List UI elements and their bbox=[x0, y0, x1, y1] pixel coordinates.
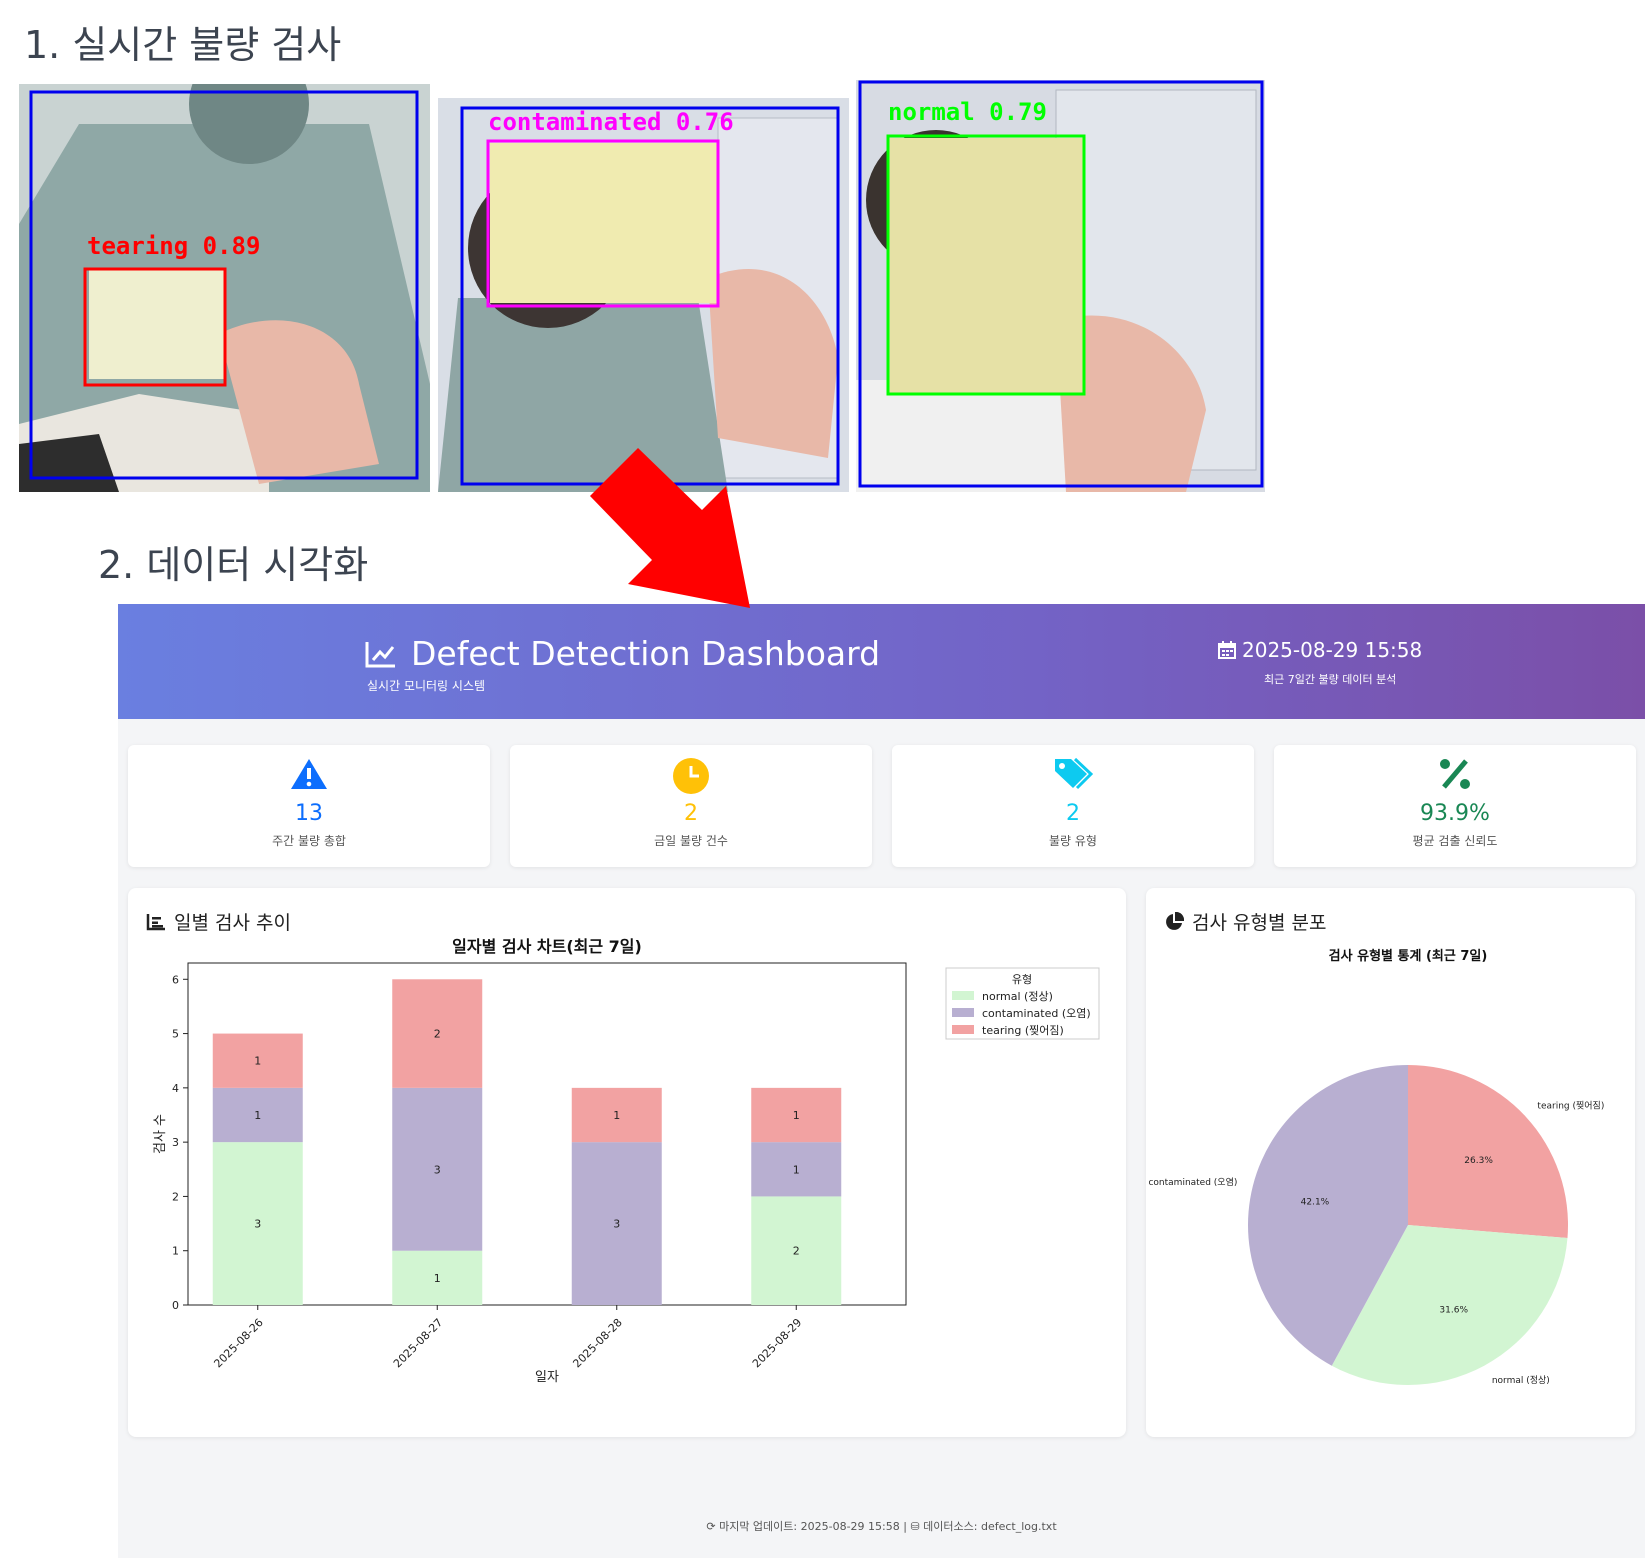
stat-label: 불량 유형 bbox=[1049, 834, 1097, 848]
footer-update-text: 마지막 업데이트: 2025-08-29 15:58 | bbox=[719, 1520, 911, 1533]
legend-label: tearing (찢어짐) bbox=[982, 1024, 1064, 1037]
bar-value-label: 2 bbox=[434, 1028, 441, 1041]
bar-value-label: 2 bbox=[793, 1245, 800, 1258]
x-tick-label: 2025-08-26 bbox=[211, 1316, 265, 1370]
pie-slice bbox=[1408, 1065, 1568, 1239]
database-icon: ⛁ bbox=[910, 1520, 920, 1533]
type-pie-chart: 검사 유형별 통계 (최근 7일) 26.3% tearing (찢어짐) 31.6%… bbox=[1148, 948, 1604, 1386]
panel-title-text: 검사 유형별 분포 bbox=[1192, 912, 1327, 934]
tags-icon bbox=[1055, 757, 1093, 790]
legend-label: contaminated (오염) bbox=[982, 1007, 1091, 1020]
y-tick-label: 4 bbox=[172, 1082, 179, 1095]
bar-value-label: 1 bbox=[434, 1272, 441, 1285]
stat-label: 금일 불량 건수 bbox=[654, 834, 728, 848]
panel-title: 일별 검사 추이 bbox=[146, 908, 291, 935]
dashboard: Defect Detection Dashboard 실시간 모니터링 시스템 … bbox=[118, 604, 1645, 1558]
bar-chart-icon bbox=[146, 913, 165, 930]
camera-frame-tearing: tearing 0.89 bbox=[19, 84, 430, 492]
visualization-section-title: 2. 데이터 시각화 bbox=[98, 543, 369, 587]
camera-frame-normal: normal 0.79 bbox=[856, 80, 1265, 492]
stat-value: 13 bbox=[295, 801, 323, 826]
x-tick-label: 2025-08-28 bbox=[570, 1316, 624, 1370]
pie-name-label: contaminated (오염) bbox=[1148, 1177, 1237, 1188]
stat-card-weekly-defects: 13 주간 불량 총합 bbox=[128, 745, 490, 867]
dashboard-title: Defect Detection Dashboard bbox=[365, 634, 880, 673]
pie-chart-icon bbox=[1166, 911, 1184, 930]
realtime-section-title: 1. 실시간 불량 검사 bbox=[24, 23, 342, 67]
panel-title-text: 일별 검사 추이 bbox=[174, 912, 291, 934]
header-datetime-text: 2025-08-29 15:58 bbox=[1242, 638, 1423, 662]
detection-overlay bbox=[29, 90, 419, 480]
stat-card-defect-types: 2 불량 유형 bbox=[892, 745, 1254, 867]
x-tick-label: 2025-08-29 bbox=[750, 1316, 804, 1370]
pie-name-label: tearing (찢어짐) bbox=[1537, 1100, 1604, 1112]
stat-value: 2 bbox=[684, 801, 698, 826]
daily-bar-chart: 일자별 검사 차트(최근 7일) 0 1 2 3 4 5 6 3 1 1 2025-08-26 1 3 2 2… bbox=[153, 937, 1100, 1385]
pie-name-label: normal (정상) bbox=[1492, 1375, 1550, 1386]
dashboard-title-text: Defect Detection Dashboard bbox=[411, 634, 881, 673]
legend-swatch bbox=[952, 1008, 974, 1017]
detection-label: contaminated 0.76 bbox=[488, 108, 734, 136]
stat-card-today-defects: 2 금일 불량 건수 bbox=[510, 745, 872, 867]
pie-percent-label: 26.3% bbox=[1464, 1156, 1493, 1166]
detection-label: normal 0.79 bbox=[888, 98, 1047, 126]
bar-value-label: 1 bbox=[793, 1163, 800, 1176]
stat-label: 평균 검출 신뢰도 bbox=[1412, 834, 1498, 848]
stat-label: 주간 불량 총합 bbox=[272, 834, 346, 848]
chart-title: 일자별 검사 차트(최근 7일) bbox=[452, 937, 642, 956]
bar-value-label: 1 bbox=[254, 1109, 261, 1122]
x-tick-label: 2025-08-27 bbox=[391, 1316, 445, 1370]
header-note: 최근 7일간 불량 데이터 분석 bbox=[1264, 673, 1397, 686]
dashboard-header: Defect Detection Dashboard 실시간 모니터링 시스템 … bbox=[118, 604, 1645, 719]
type-distribution-panel: 검사 유형별 분포 검사 유형별 통계 (최근 7일) 26.3% tearing … bbox=[1146, 888, 1635, 1437]
bar-value-label: 1 bbox=[613, 1109, 620, 1122]
pie-percent-label: 42.1% bbox=[1301, 1197, 1330, 1207]
x-axis-label: 일자 bbox=[535, 1370, 559, 1385]
footer: ⟳ 마지막 업데이트: 2025-08-29 15:58 | ⛁ 데이터소스: … bbox=[118, 1518, 1645, 1534]
y-tick-label: 2 bbox=[172, 1190, 179, 1203]
pie-title: 검사 유형별 통계 (최근 7일) bbox=[1329, 948, 1488, 964]
legend-swatch bbox=[952, 991, 974, 1000]
line-chart-icon bbox=[365, 641, 395, 667]
y-tick-label: 5 bbox=[172, 1028, 179, 1041]
detection-label: tearing 0.89 bbox=[87, 232, 261, 260]
y-tick-label: 1 bbox=[172, 1245, 179, 1258]
y-tick-label: 0 bbox=[172, 1299, 179, 1312]
clock-icon bbox=[673, 758, 709, 794]
y-tick-label: 3 bbox=[172, 1136, 179, 1149]
pie-percent-label: 31.6% bbox=[1439, 1305, 1468, 1315]
bar-value-label: 3 bbox=[613, 1218, 620, 1231]
y-axis-label: 검사 수 bbox=[153, 1114, 168, 1154]
warning-icon bbox=[291, 759, 327, 789]
panel-title: 검사 유형별 분포 bbox=[1164, 908, 1326, 935]
legend-title: 유형 bbox=[1012, 973, 1032, 986]
calendar-icon bbox=[1218, 641, 1236, 659]
dashboard-subtitle: 실시간 모니터링 시스템 bbox=[367, 679, 486, 693]
stat-value: 2 bbox=[1066, 801, 1080, 826]
header-datetime: 2025-08-29 15:58 bbox=[1218, 638, 1422, 662]
y-tick-label: 6 bbox=[172, 973, 179, 986]
legend-label: normal (정상) bbox=[982, 990, 1053, 1003]
chart-legend: 유형 normal (정상) contaminated (오염) tearing (찢… bbox=[945, 967, 1100, 1040]
detection-overlay bbox=[858, 80, 1264, 488]
footer-source-text: 데이터소스: defect_log.txt bbox=[923, 1520, 1057, 1533]
percent-icon bbox=[1440, 759, 1470, 789]
detection-overlay bbox=[460, 106, 840, 486]
refresh-icon: ⟳ bbox=[706, 1520, 716, 1533]
camera-frame-contaminated: contaminated 0.76 bbox=[438, 98, 849, 492]
daily-inspection-panel: 일별 검사 추이 일자별 검사 차트(최근 7일) 0 1 2 3 4 5 6 3 1 1 2025-… bbox=[128, 888, 1126, 1437]
bar-value-label: 3 bbox=[434, 1163, 441, 1176]
bar-value-label: 3 bbox=[254, 1218, 261, 1231]
bar-value-label: 1 bbox=[793, 1109, 800, 1122]
red-arrow bbox=[590, 448, 750, 608]
stat-value: 93.9% bbox=[1420, 801, 1490, 826]
bar-value-label: 1 bbox=[254, 1055, 261, 1068]
legend-swatch bbox=[952, 1025, 974, 1034]
stat-card-avg-confidence: 93.9% 평균 검출 신뢰도 bbox=[1274, 745, 1636, 867]
